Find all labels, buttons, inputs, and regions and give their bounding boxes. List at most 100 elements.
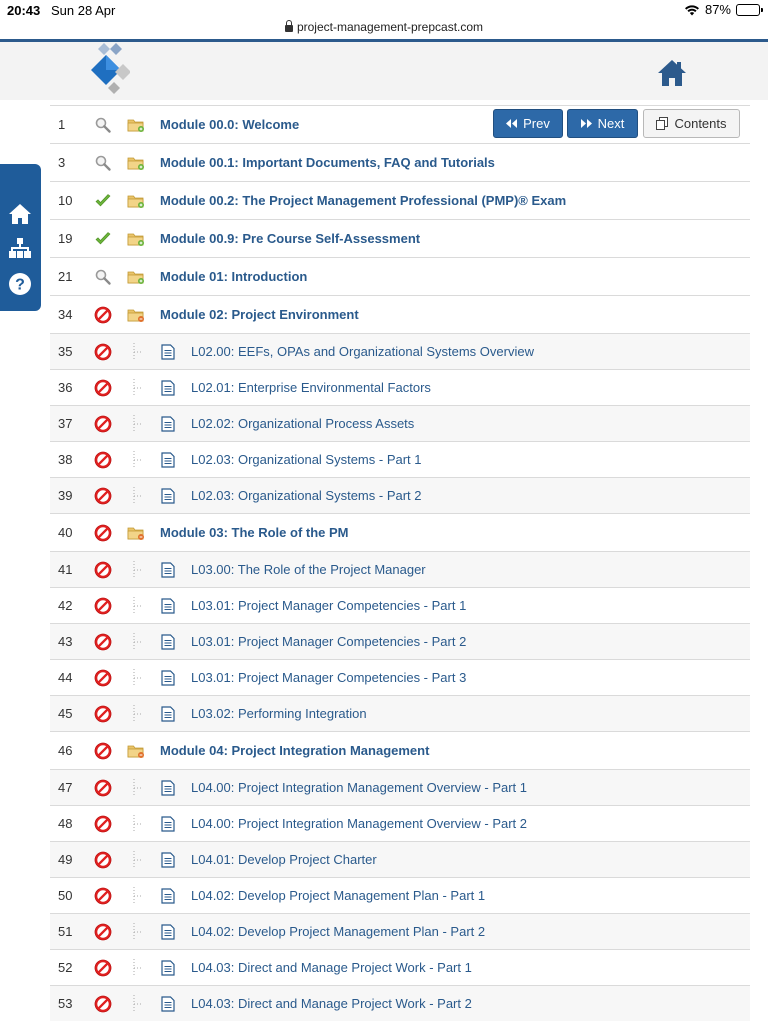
magnifier-icon	[94, 154, 112, 172]
not-allowed-icon	[94, 597, 112, 615]
tree-connector-icon	[131, 958, 143, 977]
wifi-icon	[684, 4, 699, 15]
lesson-title-link[interactable]: L04.00: Project Integration Management O…	[191, 806, 527, 841]
lesson-title-link[interactable]: L02.01: Enterprise Environmental Factors	[191, 370, 431, 405]
site-logo-icon[interactable]	[88, 42, 130, 98]
magnifier-icon	[94, 116, 112, 134]
module-row[interactable]: 40 Module 03: The Role of the PM	[50, 513, 750, 551]
tree-connector-icon	[131, 486, 143, 505]
module-title-link[interactable]: Module 00.0: Welcome	[160, 106, 299, 143]
module-row[interactable]: 3 Module 00.1: Important Documents, FAQ …	[50, 143, 750, 181]
module-title-link[interactable]: Module 00.2: The Project Management Prof…	[160, 182, 566, 219]
not-allowed-icon	[94, 633, 112, 651]
status-right: 87%	[684, 2, 763, 17]
lesson-row[interactable]: 47 L04.00: Project Integration Managemen…	[50, 769, 750, 805]
folder-icon	[127, 525, 145, 541]
tree-connector-icon	[131, 994, 143, 1013]
contents-button[interactable]: Contents	[643, 109, 740, 138]
url-text: project-management-prepcast.com	[296, 20, 484, 34]
lesson-title-link[interactable]: L02.00: EEFs, OPAs and Organizational Sy…	[191, 334, 534, 369]
lesson-row[interactable]: 36 L02.01: Enterprise Environmental Fact…	[50, 369, 750, 405]
lesson-row[interactable]: 43 L03.01: Project Manager Competencies …	[50, 623, 750, 659]
row-number: 40	[58, 525, 73, 540]
document-icon	[161, 415, 175, 432]
lesson-row[interactable]: 44 L03.01: Project Manager Competencies …	[50, 659, 750, 695]
lesson-row[interactable]: 39 L02.03: Organizational Systems - Part…	[50, 477, 750, 513]
lesson-row[interactable]: 35 L02.00: EEFs, OPAs and Organizational…	[50, 333, 750, 369]
lesson-row[interactable]: 41 L03.00: The Role of the Project Manag…	[50, 551, 750, 587]
row-number: 53	[58, 996, 73, 1011]
lesson-title-link[interactable]: L03.01: Project Manager Competencies - P…	[191, 660, 466, 695]
lesson-title-link[interactable]: L02.02: Organizational Process Assets	[191, 406, 414, 441]
module-title-link[interactable]: Module 01: Introduction	[160, 258, 307, 295]
lesson-row[interactable]: 52 L04.03: Direct and Manage Project Wor…	[50, 949, 750, 985]
lesson-title-link[interactable]: L04.00: Project Integration Management O…	[191, 770, 527, 805]
tree-connector-icon	[131, 850, 143, 869]
lesson-title-link[interactable]: L04.03: Direct and Manage Project Work -…	[191, 950, 472, 985]
folder-icon	[127, 117, 145, 133]
document-icon	[161, 779, 175, 796]
module-row[interactable]: 19 Module 00.9: Pre Course Self-Assessme…	[50, 219, 750, 257]
row-number: 35	[58, 344, 73, 359]
lesson-title-link[interactable]: L04.02: Develop Project Management Plan …	[191, 878, 485, 913]
row-number: 42	[58, 598, 73, 613]
tree-connector-icon	[131, 378, 143, 397]
lesson-row[interactable]: 50 L04.02: Develop Project Management Pl…	[50, 877, 750, 913]
module-title-link[interactable]: Module 00.9: Pre Course Self-Assessment	[160, 220, 420, 257]
lesson-title-link[interactable]: L04.01: Develop Project Charter	[191, 842, 377, 877]
not-allowed-icon	[94, 669, 112, 687]
address-bar[interactable]: project-management-prepcast.com	[0, 18, 768, 38]
not-allowed-icon	[94, 306, 112, 324]
module-title-link[interactable]: Module 00.1: Important Documents, FAQ an…	[160, 144, 495, 181]
folder-icon	[127, 231, 145, 247]
prev-button[interactable]: Prev	[493, 109, 563, 138]
lesson-title-link[interactable]: L03.00: The Role of the Project Manager	[191, 552, 426, 587]
lesson-row[interactable]: 45 L03.02: Performing Integration	[50, 695, 750, 731]
module-row[interactable]: 21 Module 01: Introduction	[50, 257, 750, 295]
home-icon[interactable]	[8, 202, 32, 226]
module-row[interactable]: 1 Module 00.0: Welcome Prev Next Contents	[50, 105, 750, 143]
not-allowed-icon	[94, 705, 112, 723]
document-icon	[161, 887, 175, 904]
lesson-title-link[interactable]: L04.02: Develop Project Management Plan …	[191, 914, 485, 949]
module-row[interactable]: 46 Module 04: Project Integration Manage…	[50, 731, 750, 769]
module-row[interactable]: 10 Module 00.2: The Project Management P…	[50, 181, 750, 219]
site-header	[0, 42, 768, 100]
row-number: 41	[58, 562, 73, 577]
home-icon[interactable]	[657, 59, 687, 87]
sitemap-icon[interactable]	[8, 236, 32, 260]
not-allowed-icon	[94, 815, 112, 833]
row-number: 51	[58, 924, 73, 939]
document-icon	[161, 995, 175, 1012]
module-title-link[interactable]: Module 04: Project Integration Managemen…	[160, 732, 429, 769]
not-allowed-icon	[94, 887, 112, 905]
lesson-title-link[interactable]: L03.01: Project Manager Competencies - P…	[191, 588, 466, 623]
lesson-row[interactable]: 53 L04.03: Direct and Manage Project Wor…	[50, 985, 750, 1021]
prev-button-label: Prev	[523, 116, 550, 131]
status-time: 20:43	[7, 3, 41, 18]
lesson-row[interactable]: 51 L04.02: Develop Project Management Pl…	[50, 913, 750, 949]
next-button[interactable]: Next	[567, 109, 638, 138]
row-number: 49	[58, 852, 73, 867]
module-title-link[interactable]: Module 02: Project Environment	[160, 296, 359, 333]
module-title-link[interactable]: Module 03: The Role of the PM	[160, 514, 349, 551]
battery-percent: 87%	[704, 2, 731, 17]
copy-icon	[656, 117, 669, 130]
lesson-title-link[interactable]: L03.02: Performing Integration	[191, 696, 367, 731]
svg-text:?: ?	[15, 277, 25, 294]
document-icon	[161, 561, 175, 578]
module-row[interactable]: 34 Module 02: Project Environment	[50, 295, 750, 333]
lesson-row[interactable]: 48 L04.00: Project Integration Managemen…	[50, 805, 750, 841]
lesson-row[interactable]: 49 L04.01: Develop Project Charter	[50, 841, 750, 877]
lesson-title-link[interactable]: L02.03: Organizational Systems - Part 1	[191, 442, 422, 477]
lesson-row[interactable]: 37 L02.02: Organizational Process Assets	[50, 405, 750, 441]
row-number: 44	[58, 670, 73, 685]
lesson-title-link[interactable]: L02.03: Organizational Systems - Part 2	[191, 478, 422, 513]
help-icon[interactable]: ?	[8, 272, 32, 296]
lesson-title-link[interactable]: L04.03: Direct and Manage Project Work -…	[191, 986, 472, 1021]
lesson-row[interactable]: 38 L02.03: Organizational Systems - Part…	[50, 441, 750, 477]
document-icon	[161, 851, 175, 868]
lesson-row[interactable]: 42 L03.01: Project Manager Competencies …	[50, 587, 750, 623]
lesson-title-link[interactable]: L03.01: Project Manager Competencies - P…	[191, 624, 466, 659]
status-bar: 20:43 Sun 28 Apr 87%	[0, 0, 768, 20]
